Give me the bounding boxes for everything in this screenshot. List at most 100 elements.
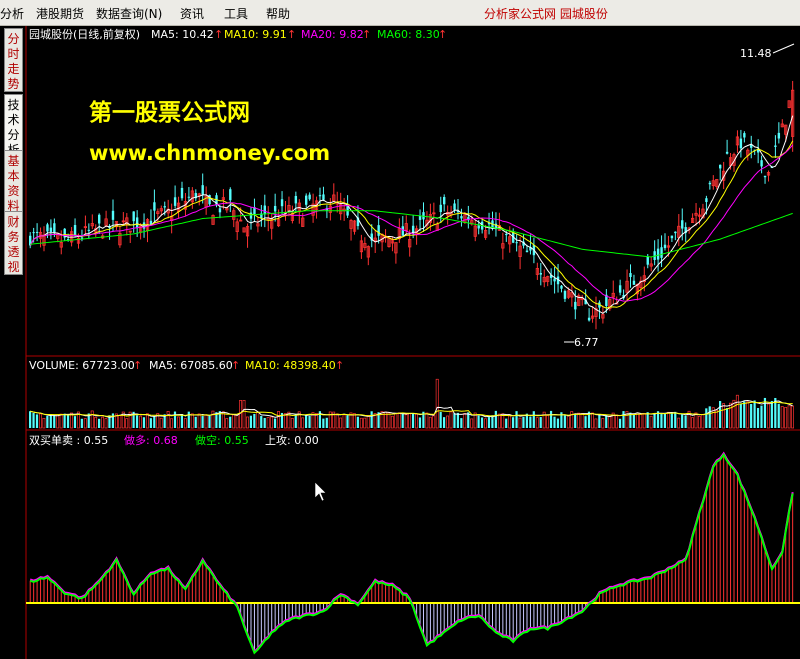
volume-bar <box>35 414 39 428</box>
volume-bar <box>653 413 656 428</box>
volume-bar <box>346 415 349 428</box>
volume-bar <box>594 418 598 429</box>
volume-bar <box>180 414 183 428</box>
volume-bar <box>387 412 391 429</box>
indicator-name-label: 双买单卖 : 0.55 <box>29 434 108 447</box>
candle-body <box>305 195 308 205</box>
candle-body <box>618 285 622 293</box>
volume-bar <box>460 418 463 428</box>
candle-body <box>318 195 322 197</box>
volume-bar <box>260 416 263 428</box>
volume-bar <box>352 413 356 429</box>
volume-bar <box>53 414 56 428</box>
volume-bar <box>277 411 280 429</box>
volume-bar <box>632 414 635 428</box>
volume-bar <box>535 417 539 429</box>
volume-bar <box>760 405 763 428</box>
volume-up-arrow-icon: ↑ <box>133 359 142 372</box>
volume-bar <box>681 414 684 428</box>
volume-bar <box>580 413 584 429</box>
candle-body <box>663 244 667 249</box>
volume-bar <box>211 410 215 429</box>
candle-body <box>180 187 184 199</box>
volume-bar <box>691 417 694 429</box>
volume-bar <box>183 418 187 429</box>
volume-bar <box>325 417 328 428</box>
candle-body <box>760 160 763 167</box>
candle-body <box>53 223 56 233</box>
volume-bar <box>584 416 587 428</box>
volume-bar <box>315 413 318 429</box>
volume-bar <box>463 413 467 429</box>
candle-body <box>98 214 101 224</box>
volume-ma10-label: MA10: 48398.40 <box>245 359 336 372</box>
volume-bar <box>443 417 446 428</box>
volume-bar <box>266 417 270 429</box>
volume-bar <box>435 378 439 429</box>
indicator-long-label: 做多: 0.68 <box>124 433 178 447</box>
volume-bar <box>635 413 639 429</box>
volume-bar <box>477 415 480 428</box>
candle-body <box>777 132 781 139</box>
candle-body <box>632 280 636 285</box>
volume-bar <box>484 418 487 429</box>
candle-body <box>135 217 139 229</box>
volume-bar <box>746 401 750 429</box>
volume-bar <box>646 412 649 428</box>
volume-bar <box>615 414 619 429</box>
candle-body <box>525 250 529 253</box>
volume-bar <box>750 403 753 428</box>
candle-body <box>553 278 556 282</box>
volume-bar <box>59 413 63 429</box>
candle-body <box>218 208 222 213</box>
candle-body <box>46 224 49 232</box>
volume-bar <box>670 413 673 428</box>
volume-bar <box>273 418 277 428</box>
candle-body <box>646 256 649 265</box>
volume-bar <box>90 410 94 429</box>
volume-bar <box>294 413 297 428</box>
volume-bar <box>104 418 108 429</box>
candle-body <box>163 206 166 208</box>
volume-bar <box>142 417 146 428</box>
volume-bar <box>508 415 512 429</box>
volume-bar <box>342 414 346 429</box>
candle-body <box>249 212 253 219</box>
volume-bar <box>305 415 308 428</box>
candle-body <box>705 198 708 203</box>
volume-bar <box>246 416 249 429</box>
volume-bar <box>705 408 708 428</box>
volume-bar <box>42 418 46 429</box>
candle-body <box>80 237 84 239</box>
volume-bar <box>173 411 177 428</box>
candle-body <box>132 211 135 222</box>
volume-bar <box>149 418 152 428</box>
stock-chart[interactable]: 园城股份(日线,前复权) MA5: 10.42 MA10: 9.91 MA20:… <box>0 0 800 659</box>
volume-bar <box>177 416 180 429</box>
volume-bar <box>784 406 788 429</box>
volume-bar <box>428 416 432 429</box>
candle-body <box>439 204 442 213</box>
volume-bar <box>449 411 453 429</box>
volume-bar <box>366 415 370 429</box>
volume-bar <box>418 417 422 428</box>
volume-bar <box>408 413 412 429</box>
candle-body <box>273 205 277 212</box>
volume-bar <box>404 414 408 429</box>
volume-bar <box>98 418 101 428</box>
volume-bar <box>301 417 305 429</box>
volume-bar <box>270 416 274 429</box>
volume-bar <box>674 411 677 428</box>
candle-body <box>515 242 518 244</box>
ma5-up-arrow-icon: ↑ <box>214 28 223 41</box>
volume-header: VOLUME: 67723.00 MA5: 67085.60 MA10: 483… <box>29 359 344 372</box>
volume-bar <box>235 414 239 429</box>
volume-label: VOLUME: 67723.00 <box>29 359 135 372</box>
volume-bar <box>453 413 456 428</box>
volume-bar <box>145 413 149 429</box>
volume-bar <box>487 417 491 428</box>
volume-bar <box>401 412 404 428</box>
volume-bar <box>249 415 252 428</box>
volume-bar <box>370 411 373 428</box>
volume-bar <box>708 406 711 428</box>
